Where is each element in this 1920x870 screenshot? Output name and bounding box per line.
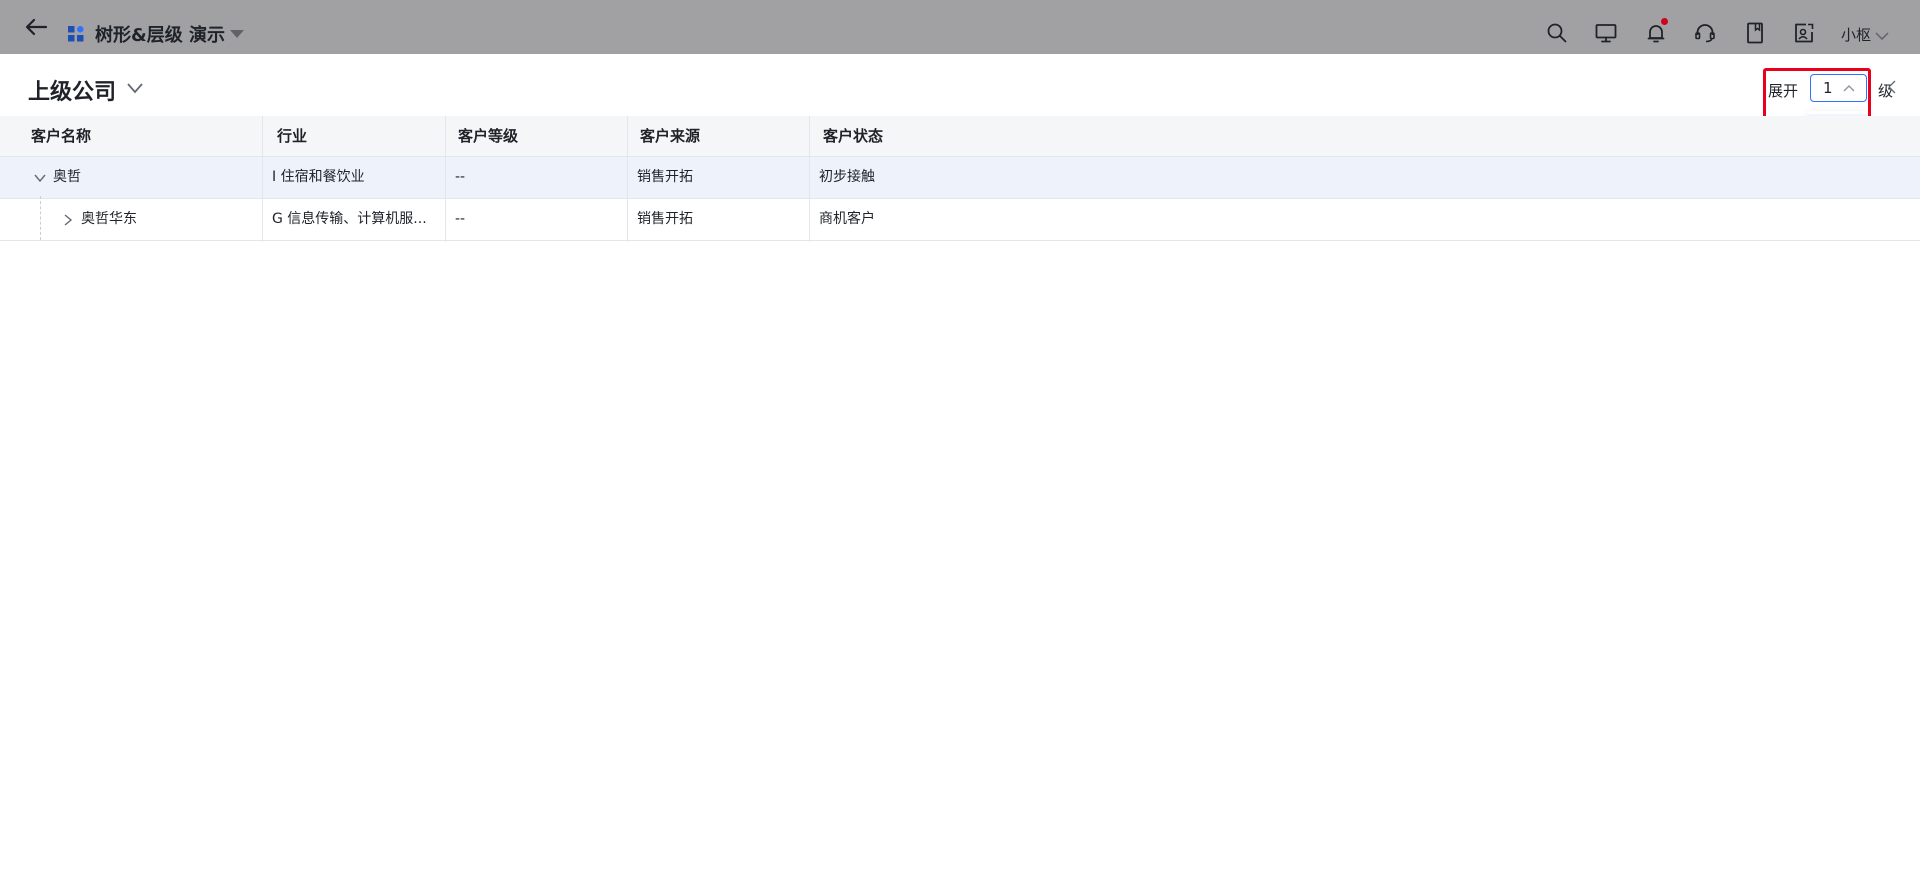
cell-level: --: [455, 169, 466, 185]
chevron-up-icon: [1843, 85, 1855, 92]
table-row[interactable]: 奥哲 I 住宿和餐饮业 -- 销售开拓 初步接触: [0, 157, 1920, 199]
app-grid-icon: [68, 26, 84, 42]
chevron-down-icon[interactable]: [126, 82, 144, 94]
cell-level: --: [455, 211, 466, 227]
close-icon[interactable]: [1882, 80, 1896, 94]
chevron-down-icon: [1875, 31, 1889, 40]
level-select-value: 1: [1823, 79, 1833, 97]
table-row[interactable]: 奥哲华东 G 信息传输、计算机服... -- 销售开拓 商机客户: [0, 199, 1920, 241]
cell-name: 奥哲华东: [81, 211, 137, 227]
cell-source: 销售开拓: [637, 169, 693, 185]
cell-industry: I 住宿和餐饮业: [272, 169, 365, 185]
back-arrow-icon[interactable]: [24, 17, 48, 37]
tree-guide-line: [40, 196, 41, 240]
cell-status: 商机客户: [819, 211, 875, 227]
notification-badge: [1661, 18, 1668, 25]
column-header-name[interactable]: 客户名称: [31, 116, 91, 157]
chevron-down-icon[interactable]: [33, 171, 47, 185]
page-title[interactable]: 上级公司: [28, 74, 116, 106]
user-menu[interactable]: 小枢: [1841, 24, 1889, 45]
bookmark-icon[interactable]: [1743, 21, 1767, 45]
column-divider[interactable]: [627, 116, 628, 242]
top-bar: 树形&层级 演示 小枢: [0, 0, 1920, 54]
column-header-level[interactable]: 客户等级: [458, 116, 518, 157]
customer-table: 客户名称 行业 客户等级 客户来源 客户状态 奥哲 I 住宿和餐饮业 -- 销售…: [0, 116, 1920, 242]
level-select[interactable]: 1: [1810, 74, 1867, 102]
user-share-icon[interactable]: [1792, 21, 1816, 45]
notification-button[interactable]: [1644, 18, 1668, 45]
search-icon[interactable]: [1545, 21, 1569, 45]
column-header-source[interactable]: 客户来源: [640, 116, 700, 157]
column-divider[interactable]: [809, 116, 810, 242]
caret-down-icon[interactable]: [230, 30, 244, 38]
app-title[interactable]: 树形&层级 演示: [95, 21, 225, 47]
column-header-industry[interactable]: 行业: [277, 116, 307, 157]
cell-source: 销售开拓: [637, 211, 693, 227]
table-header: 客户名称 行业 客户等级 客户来源 客户状态: [0, 116, 1920, 157]
chevron-right-icon[interactable]: [61, 213, 75, 227]
user-name: 小枢: [1841, 26, 1872, 44]
cell-status: 初步接触: [819, 169, 875, 185]
cell-industry: G 信息传输、计算机服...: [272, 211, 427, 227]
cell-name: 奥哲: [53, 169, 81, 185]
column-header-status[interactable]: 客户状态: [823, 116, 883, 157]
headset-icon[interactable]: [1693, 21, 1717, 45]
column-divider[interactable]: [262, 116, 263, 242]
monitor-icon[interactable]: [1594, 21, 1618, 45]
expand-label: 展开: [1768, 82, 1799, 100]
column-divider[interactable]: [445, 116, 446, 242]
